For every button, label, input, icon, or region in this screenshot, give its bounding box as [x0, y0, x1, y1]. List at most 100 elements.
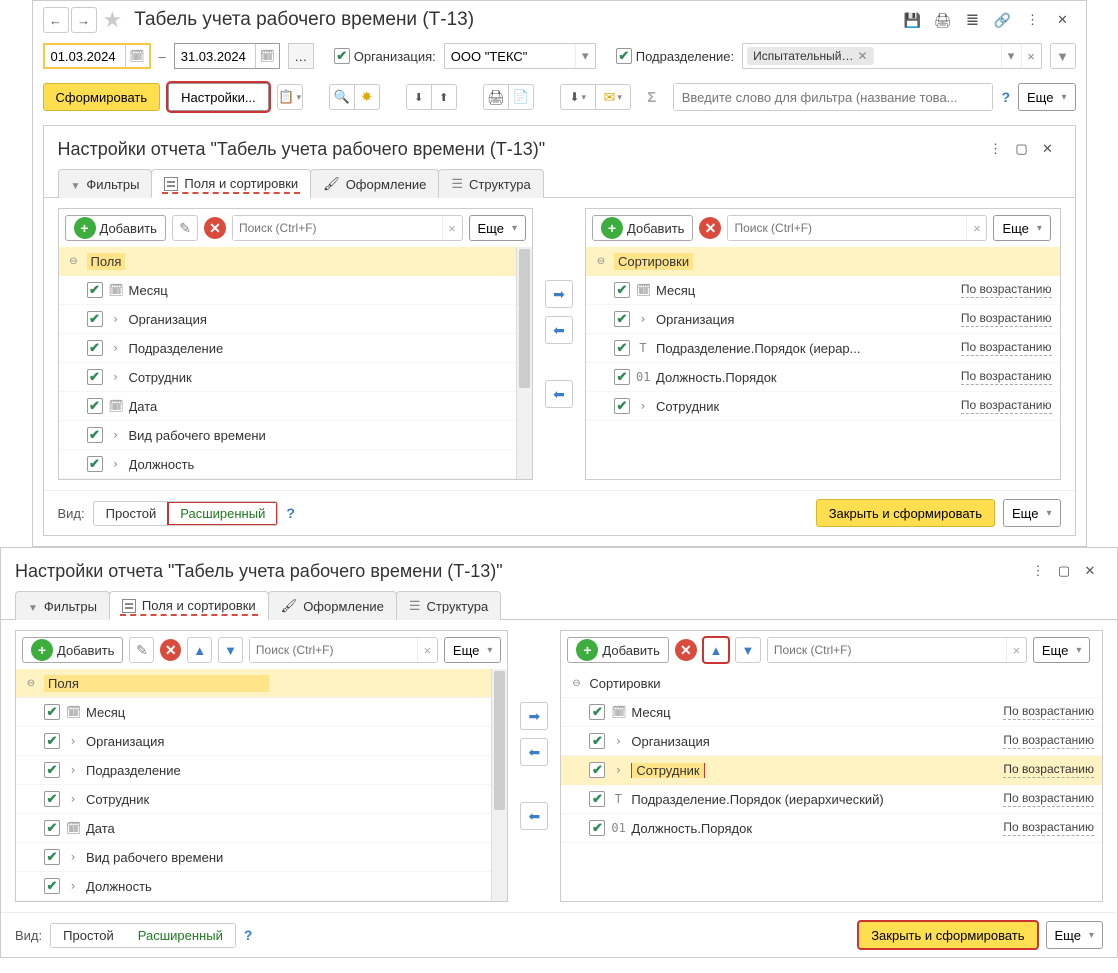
- field-row[interactable]: ›Вид рабочего времени: [59, 421, 517, 450]
- dialog2-close-icon[interactable]: [1077, 558, 1103, 584]
- sort-checkbox[interactable]: [589, 791, 605, 807]
- footer-help-icon[interactable]: ?: [286, 505, 295, 521]
- highlight-button[interactable]: [354, 84, 380, 110]
- date-from-field[interactable]: [43, 43, 151, 69]
- sort2-delete-button[interactable]: ✕: [675, 639, 697, 661]
- preview-button[interactable]: [508, 84, 534, 110]
- mail-button[interactable]: [595, 84, 631, 110]
- sort-row[interactable]: 🗓МесяцПо возрастанию: [586, 276, 1060, 305]
- sort-direction[interactable]: По возрастанию: [961, 369, 1052, 385]
- sort2-more-button[interactable]: Еще: [1033, 637, 1090, 663]
- field-checkbox[interactable]: [87, 282, 103, 298]
- field-checkbox[interactable]: [87, 456, 103, 472]
- sort-direction[interactable]: По возрастанию: [1003, 762, 1094, 778]
- sort-direction[interactable]: По возрастанию: [1003, 733, 1094, 749]
- move-right-button-2[interactable]: ➡: [520, 702, 548, 730]
- sort2-move-up-button[interactable]: ▲: [703, 637, 729, 663]
- sort-row[interactable]: 🗓МесяцПо возрастанию: [561, 698, 1102, 727]
- date-to-input[interactable]: [175, 44, 255, 68]
- dept-tag-remove-icon[interactable]: ✕: [858, 49, 868, 63]
- sort-direction[interactable]: По возрастанию: [1003, 820, 1094, 836]
- list-icon[interactable]: [960, 7, 986, 33]
- tab2-filters[interactable]: Фильтры: [15, 591, 110, 620]
- fields2-search-clear-icon[interactable]: ×: [417, 638, 437, 662]
- tab-fields-and-sort[interactable]: Поля и сортировки: [151, 169, 311, 198]
- field-checkbox[interactable]: [87, 398, 103, 414]
- sort-search[interactable]: ×: [727, 215, 987, 241]
- dialog2-max-icon[interactable]: [1051, 558, 1077, 584]
- field-checkbox[interactable]: [44, 849, 60, 865]
- tab2-structure[interactable]: Структура: [396, 591, 501, 620]
- mode-extended-2[interactable]: Расширенный: [126, 924, 235, 947]
- fields-search-input[interactable]: [233, 216, 442, 240]
- field-checkbox[interactable]: [87, 369, 103, 385]
- field-checkbox[interactable]: [87, 340, 103, 356]
- sort2-search-input[interactable]: [768, 638, 1006, 662]
- dialog1-max-icon[interactable]: [1009, 136, 1035, 162]
- field-checkbox[interactable]: [87, 311, 103, 327]
- fields-add-button[interactable]: + Добавить: [65, 215, 166, 241]
- sort-direction[interactable]: По возрастанию: [961, 282, 1052, 298]
- mode-extended[interactable]: Расширенный: [168, 502, 277, 525]
- sort-row[interactable]: 01Должность.ПорядокПо возрастанию: [561, 814, 1102, 843]
- sort-row[interactable]: ›СотрудникПо возрастанию: [561, 756, 1102, 785]
- generate-button[interactable]: Сформировать: [43, 83, 161, 111]
- fields-search-clear-icon[interactable]: ×: [442, 216, 462, 240]
- field-checkbox[interactable]: [44, 733, 60, 749]
- dialog2-kebab-icon[interactable]: [1025, 558, 1051, 584]
- sort-direction[interactable]: По возрастанию: [1003, 704, 1094, 720]
- field-row[interactable]: ›Вид рабочего времени: [16, 843, 491, 872]
- settings-dropdown-button[interactable]: 📋: [277, 84, 303, 110]
- dialog1-kebab-icon[interactable]: [983, 136, 1009, 162]
- caret-icon[interactable]: ⊖: [24, 678, 38, 689]
- kebab-icon[interactable]: [1020, 7, 1046, 33]
- sort-checkbox[interactable]: [614, 369, 630, 385]
- search-button[interactable]: [329, 84, 355, 110]
- fields-search[interactable]: ×: [232, 215, 463, 241]
- mode-simple-2[interactable]: Простой: [51, 924, 126, 947]
- tab2-formatting[interactable]: Оформление: [268, 591, 397, 620]
- more-button[interactable]: Еще: [1018, 83, 1075, 111]
- footer2-more-button[interactable]: Еще: [1046, 921, 1103, 949]
- move-all-left-button-2[interactable]: ⬅: [520, 802, 548, 830]
- sort-header-row[interactable]: ⊖Сортировки: [586, 247, 1060, 276]
- dept-clear-icon[interactable]: ×: [1021, 44, 1041, 68]
- sort-direction[interactable]: По возрастанию: [961, 340, 1052, 356]
- calendar-from-icon[interactable]: [125, 45, 149, 67]
- sort-row[interactable]: TПодразделение.Порядок (иерар...По возра…: [586, 334, 1060, 363]
- fields2-edit-button[interactable]: [129, 637, 154, 663]
- fields2-more-button[interactable]: Еще: [444, 637, 501, 663]
- date-ellipsis-button[interactable]: …: [288, 43, 314, 69]
- footer-more-button[interactable]: Еще: [1003, 499, 1060, 527]
- fields2-search-input[interactable]: [250, 638, 417, 662]
- field-row[interactable]: ›Организация: [16, 727, 491, 756]
- caret-icon[interactable]: ⊖: [594, 256, 608, 267]
- fields2-move-up-button[interactable]: ▲: [187, 637, 212, 663]
- sort-direction[interactable]: По возрастанию: [961, 398, 1052, 414]
- sort-direction[interactable]: По возрастанию: [1003, 791, 1094, 807]
- org-checkbox[interactable]: [334, 48, 350, 64]
- help-icon[interactable]: ?: [1001, 89, 1010, 105]
- sort-header-row[interactable]: ⊖Сортировки: [561, 669, 1102, 698]
- sort-search-input[interactable]: [728, 216, 966, 240]
- date-from-input[interactable]: [45, 45, 125, 67]
- sort-checkbox[interactable]: [589, 762, 605, 778]
- fields-scrollbar[interactable]: [516, 247, 532, 479]
- sort-delete-button[interactable]: ✕: [699, 217, 721, 239]
- filter-search-input[interactable]: [674, 84, 993, 110]
- sort-direction[interactable]: По возрастанию: [961, 311, 1052, 327]
- fields2-delete-button[interactable]: ✕: [160, 639, 181, 661]
- footer2-help-icon[interactable]: ?: [244, 927, 253, 943]
- field-checkbox[interactable]: [44, 704, 60, 720]
- expand-button[interactable]: [431, 84, 457, 110]
- field-row[interactable]: ›Подразделение: [16, 756, 491, 785]
- sort2-search-clear-icon[interactable]: ×: [1006, 638, 1026, 662]
- fields-header-row[interactable]: ⊖Поля: [16, 669, 491, 698]
- field-row[interactable]: ›Сотрудник: [16, 785, 491, 814]
- tab-formatting[interactable]: Оформление: [310, 169, 439, 198]
- export-button[interactable]: [560, 84, 596, 110]
- filter-button[interactable]: ▼: [1050, 43, 1076, 69]
- field-checkbox[interactable]: [87, 427, 103, 443]
- move-left-button-2[interactable]: ⬅: [520, 738, 548, 766]
- fields-more-button[interactable]: Еще: [469, 215, 526, 241]
